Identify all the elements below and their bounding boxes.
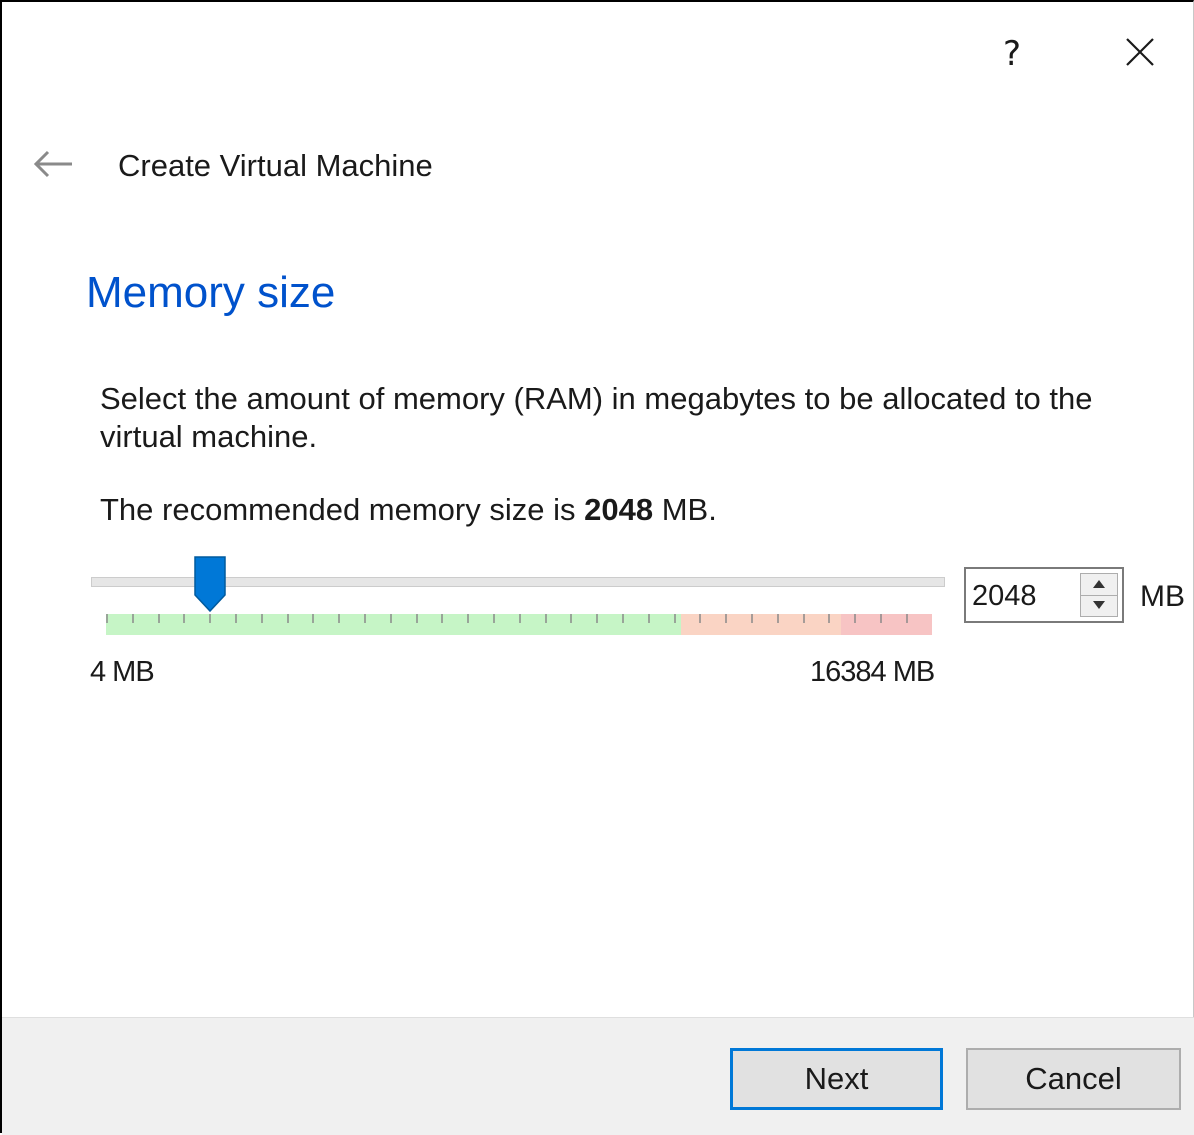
dialog-window: ? Create Virtual Machine Memory size Sel… — [0, 0, 1194, 1135]
next-button[interactable]: Next — [730, 1048, 943, 1110]
recommend-suffix: MB. — [653, 492, 717, 527]
close-button[interactable] — [1112, 28, 1162, 78]
scale-warning-zone — [681, 614, 841, 635]
memory-size-input[interactable] — [972, 579, 1072, 613]
wizard-title: Create Virtual Machine — [118, 148, 433, 183]
memory-scale-bar — [106, 614, 932, 635]
scale-min-label: 4 MB — [90, 656, 155, 688]
back-button[interactable] — [30, 144, 78, 188]
spin-down-button[interactable] — [1081, 595, 1117, 616]
recommended-size-text: The recommended memory size is 2048 MB. — [100, 492, 717, 528]
dialog-footer: Next Cancel — [2, 1017, 1194, 1135]
page-description: Select the amount of memory (RAM) in meg… — [100, 381, 1093, 454]
cancel-button[interactable]: Cancel — [966, 1048, 1181, 1110]
scale-safe-zone — [106, 614, 681, 635]
page-heading: Memory size — [86, 268, 336, 317]
recommended-value: 2048 — [584, 492, 654, 527]
unit-label: MB — [1140, 580, 1185, 613]
scale-max-label: 16384 MB — [810, 656, 935, 688]
spin-up-button[interactable] — [1081, 574, 1117, 596]
spin-buttons — [1080, 573, 1118, 617]
recommend-prefix: The recommended memory size is — [100, 492, 585, 527]
triangle-down-icon — [1093, 601, 1105, 609]
back-arrow-icon — [33, 150, 72, 178]
triangle-up-icon — [1093, 580, 1105, 588]
help-button[interactable]: ? — [987, 30, 1037, 78]
memory-spinbox[interactable] — [964, 567, 1124, 623]
close-icon — [1126, 38, 1154, 66]
memory-slider-thumb[interactable] — [193, 555, 227, 613]
